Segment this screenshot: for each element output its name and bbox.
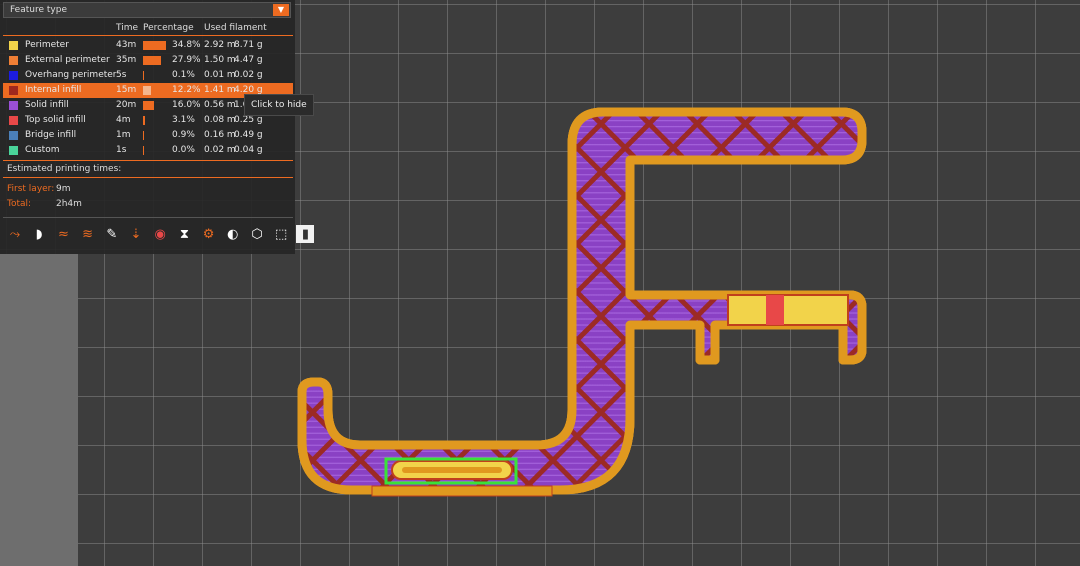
tool-changes-icon[interactable]: ⇣ [127,225,145,243]
legend-row[interactable]: Custom 1s 0.0% 0.02 m 0.04 g [3,143,293,158]
seams-icon[interactable]: ✎ [103,225,121,243]
color-swatch [9,146,18,155]
solid-infill-block [727,294,849,326]
column-time: Time [116,23,139,33]
top-infill-block [766,295,784,325]
feature-length: 0.16 m [204,130,236,140]
feature-percentage: 0.9% [172,130,195,140]
legend-panel: Feature type ▼ Time Percentage Used fila… [0,0,315,254]
feature-length: 0.56 m [204,100,236,110]
legend-row[interactable]: External perimeter 35m 27.9% 1.50 m 4.47 g [3,53,293,68]
feature-percentage: 12.2% [172,85,201,95]
color-swatch [9,131,18,140]
color-swatch [9,116,18,125]
percentage-bar [143,56,162,65]
feature-name: Bridge infill [25,130,77,140]
percentage-bar [143,41,166,50]
feature-length: 0.02 m [204,145,236,155]
feature-time: 43m [116,40,137,50]
feature-time: 35m [116,55,137,65]
wipe-icon[interactable]: ◗ [30,225,48,243]
pause-print-icon[interactable]: ⧗ [175,225,193,243]
feature-percentage: 0.0% [172,145,195,155]
estimates-title: Estimated printing times: [7,164,122,174]
feature-percentage: 0.1% [172,70,195,80]
custom-gcode-icon[interactable]: ⚙ [200,225,218,243]
color-swatch [9,71,18,80]
bounding-box-icon[interactable]: ⬚ [272,225,290,243]
dropdown-arrow-icon[interactable]: ▼ [273,4,289,16]
feature-length: 0.08 m [204,115,236,125]
feature-type-label: Feature type [10,5,67,15]
feature-weight: 0.04 g [234,145,263,155]
center-of-gravity-icon[interactable]: ◐ [224,225,242,243]
feature-percentage: 27.9% [172,55,201,65]
first-layer-label: First layer: [7,184,55,194]
feature-time: 15m [116,85,137,95]
feature-time: 5s [116,70,127,80]
feature-weight: 0.49 g [234,130,263,140]
feature-name: Top solid infill [25,115,86,125]
feature-length: 1.50 m [204,55,236,65]
header-separator [3,35,293,36]
percentage-bar [143,101,154,110]
tooltip: Click to hide [244,94,314,116]
color-swatch [9,86,18,95]
total-time: 2h4m [56,199,82,209]
color-swatch [9,101,18,110]
travel-icon[interactable]: ⤳ [6,225,24,243]
feature-weight: 0.25 g [234,115,263,125]
percentage-bar [143,116,146,125]
bottom-edge-infill [371,485,553,497]
feature-percentage: 34.8% [172,40,201,50]
feature-time: 1s [116,145,127,155]
column-used-filament: Used filament [204,23,267,33]
retractions-icon[interactable]: ≈ [54,225,72,243]
color-swatch [9,41,18,50]
color-changes-icon[interactable]: ◉ [151,225,169,243]
first-layer-time: 9m [56,184,71,194]
feature-name: Perimeter [25,40,69,50]
feature-name: Internal infill [25,85,82,95]
percentage-bar [143,71,144,80]
toolbar-separator [3,217,293,218]
total-label: Total: [7,199,32,209]
estimates-title-separator [3,177,293,178]
legend-icon[interactable]: ▮ [296,225,315,243]
feature-weight: 0.02 g [234,70,263,80]
feature-time: 1m [116,130,131,140]
feature-length: 2.92 m [204,40,236,50]
feature-percentage: 16.0% [172,100,201,110]
feature-type-dropdown[interactable]: Feature type ▼ [3,2,291,18]
percentage-bar [143,146,144,155]
legend-row[interactable]: Bridge infill 1m 0.9% 0.16 m 0.49 g [3,128,293,143]
feature-length: 0.01 m [204,70,236,80]
legend-row[interactable]: Perimeter 43m 34.8% 2.92 m 8.71 g [3,38,293,53]
feature-percentage: 3.1% [172,115,195,125]
feature-name: Solid infill [25,100,69,110]
slot-inner [402,467,502,473]
legend-row[interactable]: Overhang perimeter 5s 0.1% 0.01 m 0.02 g [3,68,293,83]
percentage-bar [143,131,144,140]
feature-weight: 4.47 g [234,55,263,65]
estimates-separator [3,160,293,161]
feature-weight: 8.71 g [234,40,263,50]
color-swatch [9,56,18,65]
feature-name: Custom [25,145,60,155]
deretractions-icon[interactable]: ≋ [79,225,97,243]
feature-name: Overhang perimeter [25,70,117,80]
shells-icon[interactable]: ⬡ [248,225,266,243]
feature-time: 4m [116,115,131,125]
left-panel-strip [0,254,78,566]
feature-time: 20m [116,100,137,110]
column-percentage: Percentage [143,23,194,33]
percentage-bar [143,86,152,95]
feature-length: 1.41 m [204,85,236,95]
feature-name: External perimeter [25,55,110,65]
